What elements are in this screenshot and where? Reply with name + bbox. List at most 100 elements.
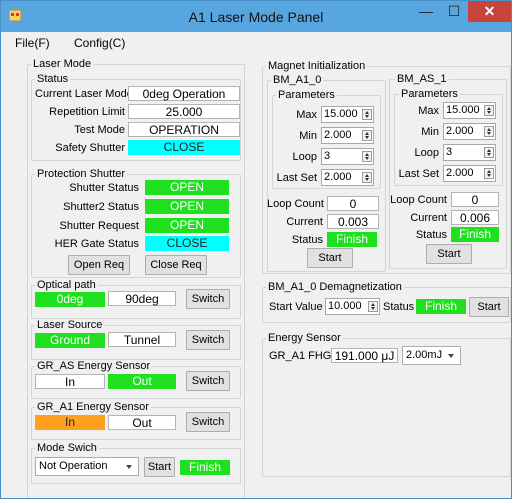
shutter2-status-label: Shutter2 Status (63, 201, 139, 213)
minimize-button[interactable]: — (412, 1, 440, 22)
bm-a1-0-min-value: 2.000 (324, 129, 352, 141)
spinner-arrows-icon[interactable] (362, 151, 372, 162)
test-mode-label: Test Mode (74, 124, 125, 136)
menu-bar: File(F) Config(C) (1, 32, 511, 52)
spinner-arrows-icon[interactable] (362, 109, 372, 120)
spinner-arrows-icon[interactable] (484, 105, 494, 116)
shutter-request-status: OPEN (145, 218, 229, 233)
title-bar[interactable]: A1 Laser Mode Panel — ☐ ✕ (1, 1, 511, 32)
spinner-arrows-icon[interactable] (484, 147, 494, 158)
gr-as-energy-sensor-title: GR_AS Energy Sensor (35, 360, 153, 372)
maximize-button[interactable]: ☐ (440, 1, 468, 22)
bm-as-1-start-button[interactable]: Start (426, 244, 472, 264)
bm-a1-0-current-value: 0.003 (327, 214, 379, 229)
optical-path-title: Optical path (35, 279, 98, 291)
laser-source-title: Laser Source (35, 319, 105, 331)
bm-a1-0-max-input[interactable]: 15.000 (321, 106, 374, 123)
shutter-status: OPEN (145, 180, 229, 195)
laser-mode-title: Laser Mode (31, 58, 94, 70)
bm-as-1-loop-value: 3 (446, 146, 453, 158)
gr-a1-in: In (35, 415, 105, 430)
gr-as-switch-button[interactable]: Switch (186, 371, 230, 391)
mode-select-value: Not Operation (39, 460, 108, 472)
laser-source-switch-button[interactable]: Switch (186, 330, 230, 350)
gr-a1-energy-sensor-title: GR_A1 Energy Sensor (35, 401, 151, 413)
optical-path-0deg: 0deg (35, 292, 105, 307)
optical-path-switch-button[interactable]: Switch (186, 289, 230, 309)
demagnetization-title: BM_A1_0 Demagnetization (266, 281, 404, 293)
close-button[interactable]: ✕ (468, 1, 511, 22)
magnet-initialization-title: Magnet Initialization (266, 60, 368, 72)
bm-a1-0-status-label: Status (291, 234, 323, 246)
demag-start-value-label: Start Value (269, 301, 323, 313)
laser-source-ground: Ground (35, 333, 105, 348)
her-gate-status: CLOSE (145, 236, 229, 251)
bm-as-1-loop-label: Loop (414, 147, 439, 159)
bm-as-1-status: Finish (451, 227, 499, 242)
gr-a1-switch-button[interactable]: Switch (186, 412, 230, 432)
bm-a1-0-last-set-value: 2.000 (324, 171, 352, 183)
bm-as-1-last-set-label: Last Set (398, 168, 439, 180)
bm-a1-0-start-button[interactable]: Start (307, 248, 353, 268)
bm-as-1-max-value: 15.000 (446, 104, 480, 116)
bm-as-1-loop-input[interactable]: 3 (443, 144, 496, 161)
bm-as-1-min-label: Min (421, 126, 439, 138)
menu-file[interactable]: File(F) (15, 36, 50, 50)
mode-select[interactable]: Not Operation (35, 457, 139, 476)
gr-a1-out: Out (108, 415, 176, 430)
bm-as-1-current-label: Current (410, 212, 447, 224)
bm-a1-0-loop-label: Loop (292, 151, 317, 163)
bm-a1-0-last-set-input[interactable]: 2.000 (321, 169, 374, 186)
bm-as-1-max-label: Max (418, 105, 439, 117)
menu-config[interactable]: Config(C) (74, 36, 125, 50)
spinner-arrows-icon[interactable] (484, 126, 494, 137)
current-laser-mode-value: 0deg Operation (128, 86, 240, 101)
spinner-arrows-icon[interactable] (368, 301, 378, 312)
demag-status: Finish (416, 299, 466, 314)
app-window: A1 Laser Mode Panel — ☐ ✕ File(F) Config… (0, 0, 512, 499)
bm-as-1-last-set-input[interactable]: 2.000 (443, 165, 496, 182)
shutter2-status: OPEN (145, 199, 229, 214)
energy-range-select[interactable]: 2.00mJ (402, 346, 461, 365)
demag-start-value-input[interactable]: 10.000 (325, 298, 380, 315)
bm-as-1-min-input[interactable]: 2.000 (443, 123, 496, 140)
energy-sensor-value: 191.000 μJ (331, 348, 398, 363)
open-req-button[interactable]: Open Req (68, 255, 130, 275)
bm-a1-0-min-input[interactable]: 2.000 (321, 127, 374, 144)
spinner-arrows-icon[interactable] (484, 168, 494, 179)
her-gate-status-label: HER Gate Status (54, 238, 139, 250)
test-mode-value: OPERATION (128, 122, 240, 137)
optical-path-90deg: 90deg (108, 291, 176, 306)
gr-as-out: Out (108, 374, 176, 389)
close-req-button[interactable]: Close Req (145, 255, 207, 275)
mode-start-button[interactable]: Start (144, 457, 175, 477)
bm-as-1-parameters-title: Parameters (399, 88, 460, 100)
bm-a1-0-loop-count-value: 0 (327, 196, 379, 211)
bm-as-1-last-set-value: 2.000 (446, 167, 474, 179)
bm-a1-0-loop-input[interactable]: 3 (321, 148, 374, 165)
mode-switch-status: Finish (180, 460, 230, 475)
bm-a1-0-status: Finish (327, 232, 377, 247)
status-group-title: Status (35, 73, 71, 85)
repetition-limit-value: 25.000 (128, 104, 240, 119)
bm-as-1-current-value: 0.006 (451, 210, 499, 225)
bm-as-1-max-input[interactable]: 15.000 (443, 102, 496, 119)
energy-sensor-title: Energy Sensor (266, 332, 343, 344)
gr-as-in: In (35, 374, 105, 389)
demag-start-button[interactable]: Start (469, 297, 509, 317)
safety-shutter-status: CLOSE (128, 140, 240, 155)
bm-as-1-title: BM_AS_1 (395, 73, 449, 85)
energy-sensor-label: GR_A1 FHG1 (269, 350, 338, 362)
repetition-limit-label: Repetition Limit (49, 106, 125, 118)
bm-as-1-status-label: Status (415, 229, 447, 241)
shutter-request-label: Shutter Request (59, 220, 140, 232)
bm-as-1-loop-count-value: 0 (451, 192, 499, 207)
spinner-arrows-icon[interactable] (362, 172, 372, 183)
bm-as-1-min-value: 2.000 (446, 125, 474, 137)
demag-start-value: 10.000 (328, 300, 362, 312)
bm-a1-0-max-label: Max (296, 109, 317, 121)
bm-a1-0-loop-value: 3 (324, 150, 331, 162)
current-laser-mode-label: Current Laser Mode (35, 88, 133, 100)
spinner-arrows-icon[interactable] (362, 130, 372, 141)
bm-a1-0-parameters-title: Parameters (276, 89, 337, 101)
